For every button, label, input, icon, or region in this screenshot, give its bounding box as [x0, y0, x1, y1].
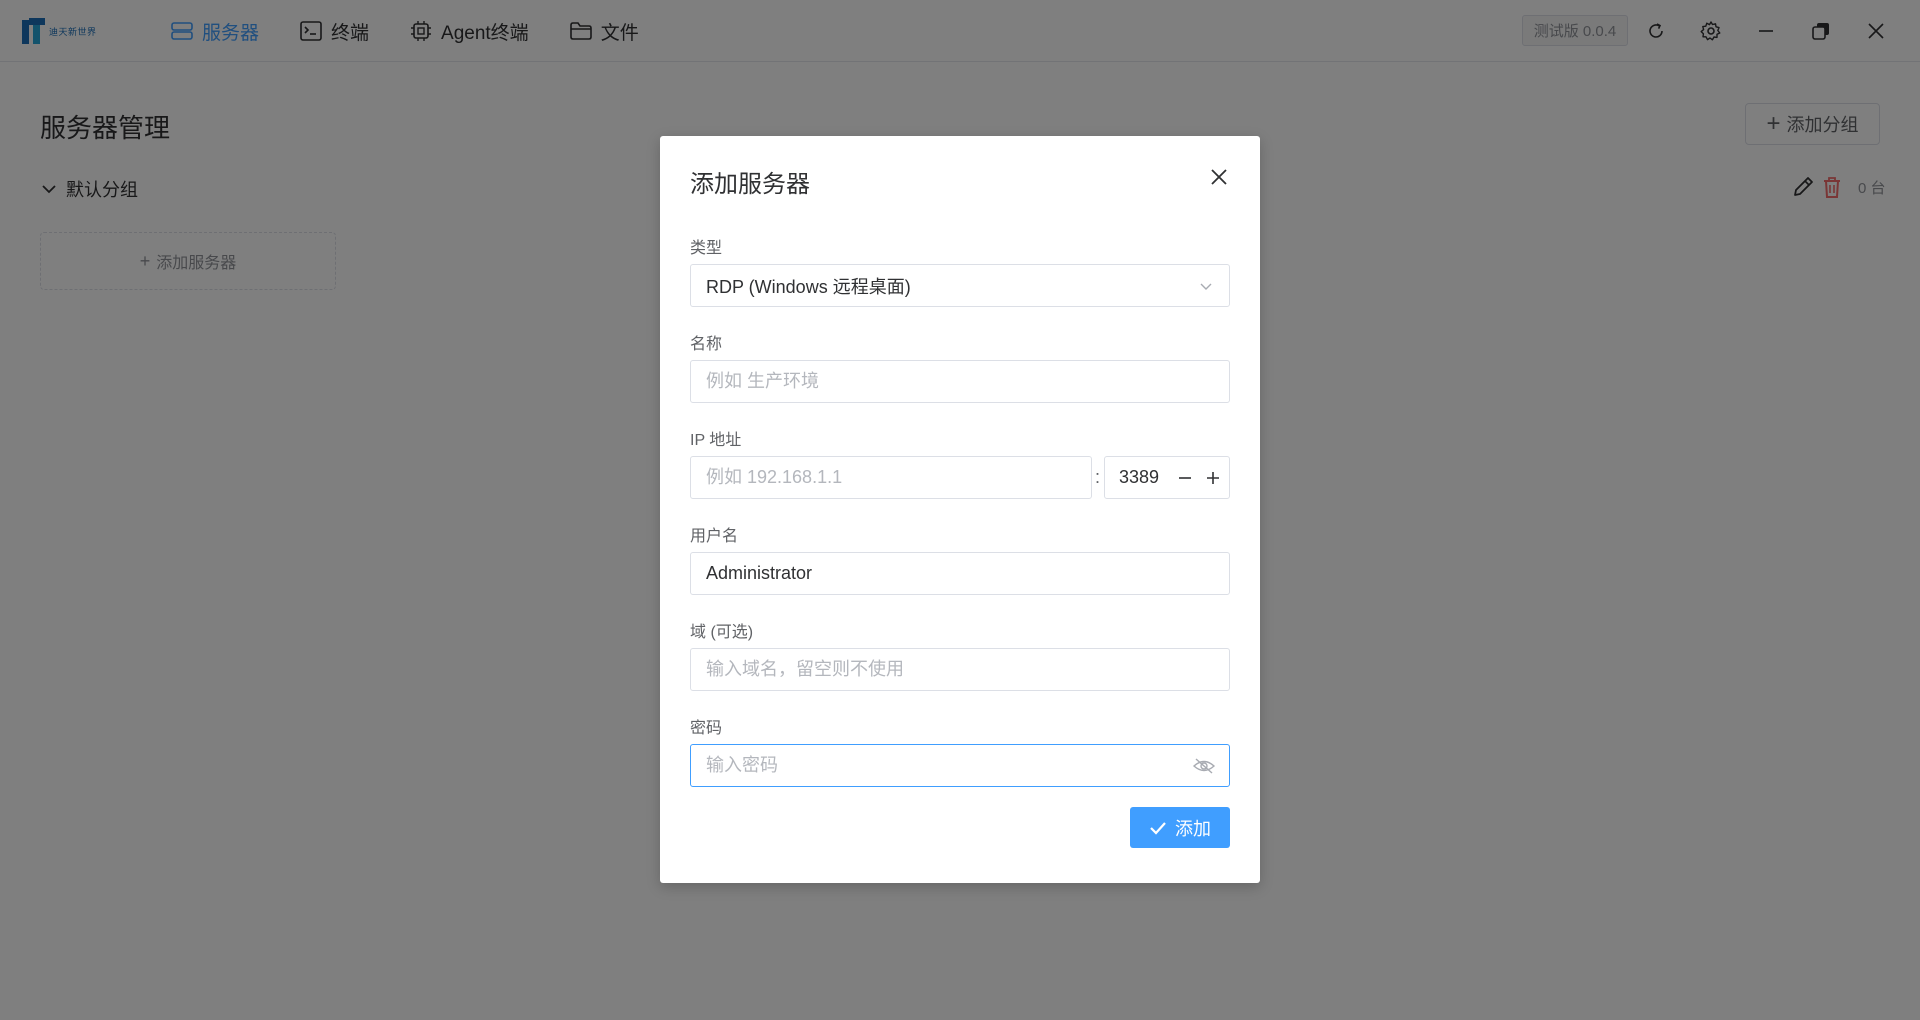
type-select-value: RDP (Windows 远程桌面) [706, 276, 911, 297]
eye-off-icon[interactable] [1192, 757, 1216, 775]
type-label: 类型 [690, 240, 723, 257]
plus-icon [1207, 471, 1219, 484]
add-submit-label: 添加 [1175, 818, 1211, 839]
ip-input[interactable] [690, 456, 1092, 499]
domain-label: 域 (可选) [690, 624, 754, 641]
username-input[interactable] [690, 552, 1230, 595]
name-label: 名称 [690, 336, 723, 353]
username-label: 用户名 [690, 528, 739, 545]
domain-input[interactable] [690, 648, 1230, 691]
port-decrement-button[interactable] [1171, 457, 1199, 498]
add-server-dialog: 添加服务器 类型 RDP (Windows 远程桌面) 名称 IP 地址 : 3… [660, 136, 1260, 883]
dialog-close-button[interactable] [1204, 162, 1234, 192]
add-submit-button[interactable]: 添加 [1130, 807, 1230, 848]
password-label: 密码 [690, 720, 723, 737]
chevron-down-icon [1200, 283, 1212, 290]
port-separator: : [1095, 467, 1101, 487]
port-increment-button[interactable] [1199, 457, 1227, 498]
type-select[interactable]: RDP (Windows 远程桌面) [690, 264, 1230, 307]
check-icon [1150, 821, 1166, 835]
ip-label: IP 地址 [690, 432, 742, 449]
dialog-title: 添加服务器 [690, 171, 810, 198]
password-input[interactable] [690, 744, 1230, 787]
port-stepper[interactable]: 3389 [1104, 456, 1230, 499]
minus-icon [1179, 476, 1191, 479]
name-input[interactable] [690, 360, 1230, 403]
close-icon [1211, 169, 1227, 185]
port-value[interactable]: 3389 [1105, 467, 1171, 488]
